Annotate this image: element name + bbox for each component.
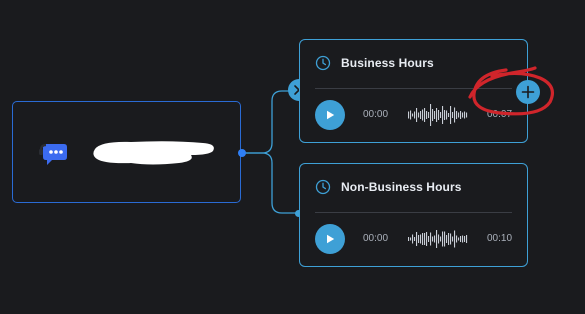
- divider: [315, 212, 512, 213]
- audio-waveform: [408, 104, 468, 126]
- waveform-bar: [444, 110, 446, 120]
- waveform-bar: [434, 111, 436, 119]
- waveform-bar: [432, 236, 434, 242]
- waveform-bar: [456, 235, 458, 243]
- divider: [315, 88, 512, 89]
- audio-current-time: 00:00: [363, 233, 389, 244]
- waveform-bar: [428, 236, 430, 242]
- waveform-bar: [422, 109, 424, 121]
- connector-nonbusiness: [242, 152, 299, 214]
- waveform-bar: [460, 111, 462, 119]
- waveform-bar: [416, 108, 418, 122]
- waveform-bar: [430, 104, 432, 126]
- waveform-bar: [412, 234, 414, 244]
- audio-current-time: 00:00: [363, 109, 389, 120]
- waveform-bar: [450, 106, 452, 124]
- waveform-bar: [424, 233, 426, 245]
- waveform-bar: [420, 111, 422, 119]
- waveform-bar: [410, 237, 412, 241]
- waveform-bar: [430, 232, 432, 246]
- play-button[interactable]: [315, 100, 345, 130]
- waveform-bar: [458, 112, 460, 118]
- waveform-bar: [456, 111, 458, 119]
- waveform-bar: [436, 108, 438, 122]
- waveform-bar: [414, 237, 416, 241]
- business-hours-card[interactable]: Business Hours 00:00 00:07: [299, 39, 528, 143]
- waveform-bar: [422, 233, 424, 245]
- waveform-bar: [448, 113, 450, 117]
- waveform-bar: [466, 235, 468, 243]
- flow-canvas: Business Hours 00:00 00:07 Non-Business …: [0, 0, 585, 314]
- waveform-bar: [452, 112, 454, 118]
- waveform-bar: [464, 111, 466, 119]
- waveform-bar: [438, 110, 440, 120]
- card-header: Business Hours: [315, 54, 434, 72]
- waveform-bar: [412, 113, 414, 117]
- chat-bot-icon: [38, 138, 68, 168]
- plus-icon: [521, 85, 535, 99]
- source-node[interactable]: [12, 101, 241, 203]
- waveform-bar: [410, 110, 412, 120]
- waveform-bar: [414, 111, 416, 119]
- waveform-bar: [416, 232, 418, 246]
- waveform-bar: [440, 236, 442, 242]
- non-business-hours-card[interactable]: Non-Business Hours 00:00 00:10: [299, 163, 528, 267]
- waveform-bar: [426, 232, 428, 246]
- waveform-bar: [454, 107, 456, 123]
- waveform-bar: [438, 234, 440, 244]
- waveform-bar: [466, 112, 468, 118]
- clock-icon: [315, 55, 331, 71]
- audio-duration: 00:10: [487, 233, 513, 244]
- play-icon: [327, 234, 335, 244]
- waveform-bar: [462, 112, 464, 118]
- waveform-bar: [446, 235, 448, 243]
- play-button[interactable]: [315, 224, 345, 254]
- waveform-bar: [442, 106, 444, 124]
- card-header: Non-Business Hours: [315, 178, 461, 196]
- waveform-bar: [446, 110, 448, 120]
- waveform-bar: [452, 236, 454, 242]
- waveform-bar: [450, 233, 452, 245]
- audio-duration: 00:07: [487, 109, 513, 120]
- audio-waveform: [408, 230, 468, 248]
- waveform-bar: [418, 112, 420, 118]
- card-title: Non-Business Hours: [341, 180, 462, 194]
- waveform-bar: [424, 108, 426, 122]
- waveform-bar: [426, 111, 428, 119]
- waveform-bar: [434, 235, 436, 243]
- redacted-label: [91, 137, 221, 167]
- waveform-bar: [464, 236, 466, 242]
- waveform-bar: [458, 237, 460, 241]
- waveform-bar: [440, 112, 442, 118]
- waveform-bar: [462, 235, 464, 243]
- waveform-bar: [460, 236, 462, 242]
- waveform-bar: [442, 231, 444, 247]
- connector-business: [242, 90, 299, 154]
- waveform-bar: [408, 111, 410, 119]
- waveform-bar: [432, 109, 434, 121]
- clock-icon: [315, 179, 331, 195]
- play-icon: [327, 110, 335, 120]
- waveform-bar: [408, 237, 410, 241]
- source-output-port[interactable]: [238, 149, 246, 157]
- waveform-bar: [454, 230, 456, 248]
- add-branch-button[interactable]: [516, 80, 540, 104]
- waveform-bar: [444, 231, 446, 247]
- waveform-bar: [418, 235, 420, 243]
- waveform-bar: [428, 112, 430, 118]
- waveform-bar: [436, 230, 438, 248]
- card-title: Business Hours: [341, 56, 434, 70]
- waveform-bar: [448, 233, 450, 245]
- waveform-bar: [420, 234, 422, 244]
